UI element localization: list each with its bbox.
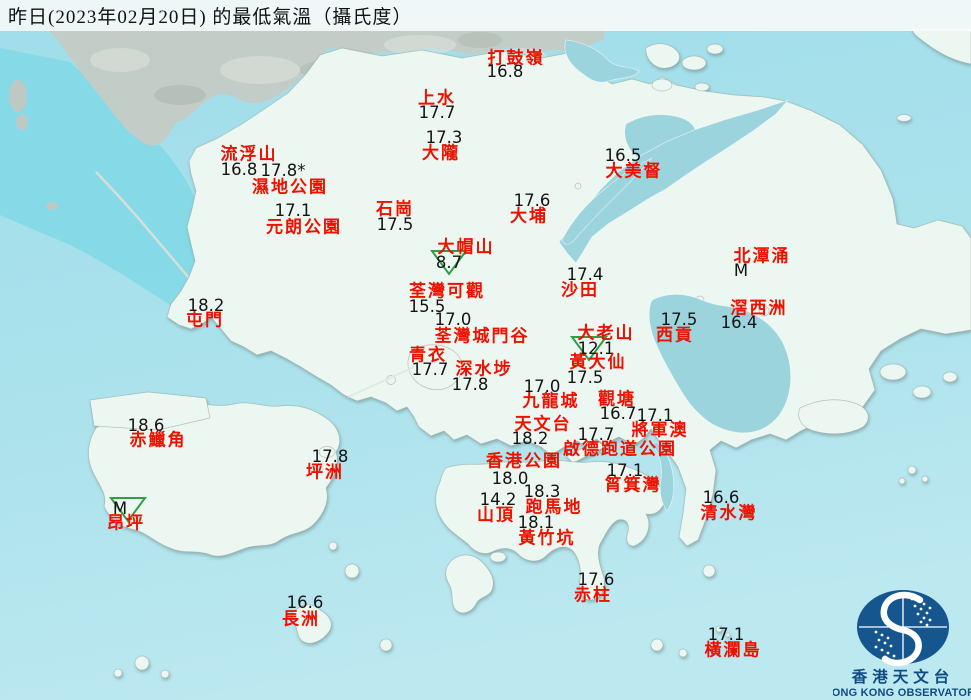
hong-kong-basemap: [0, 0, 971, 700]
hko-logo-name-zh: 香港天文台: [852, 667, 955, 686]
map-title: 昨日(2023年02月20日) 的最低氣溫（攝氏度）: [8, 7, 413, 28]
hko-logo-name-en: HONG KONG OBSERVATORY: [833, 687, 971, 699]
title-band: 昨日(2023年02月20日) 的最低氣溫（攝氏度）: [0, 0, 971, 31]
hko-min-temp-map: 昨日(2023年02月20日) 的最低氣溫（攝氏度） 打鼓嶺 16.8 上水 17.7…: [0, 0, 971, 700]
hko-logo: 香港天文台 HONG KONG OBSERVATORY: [833, 590, 971, 699]
